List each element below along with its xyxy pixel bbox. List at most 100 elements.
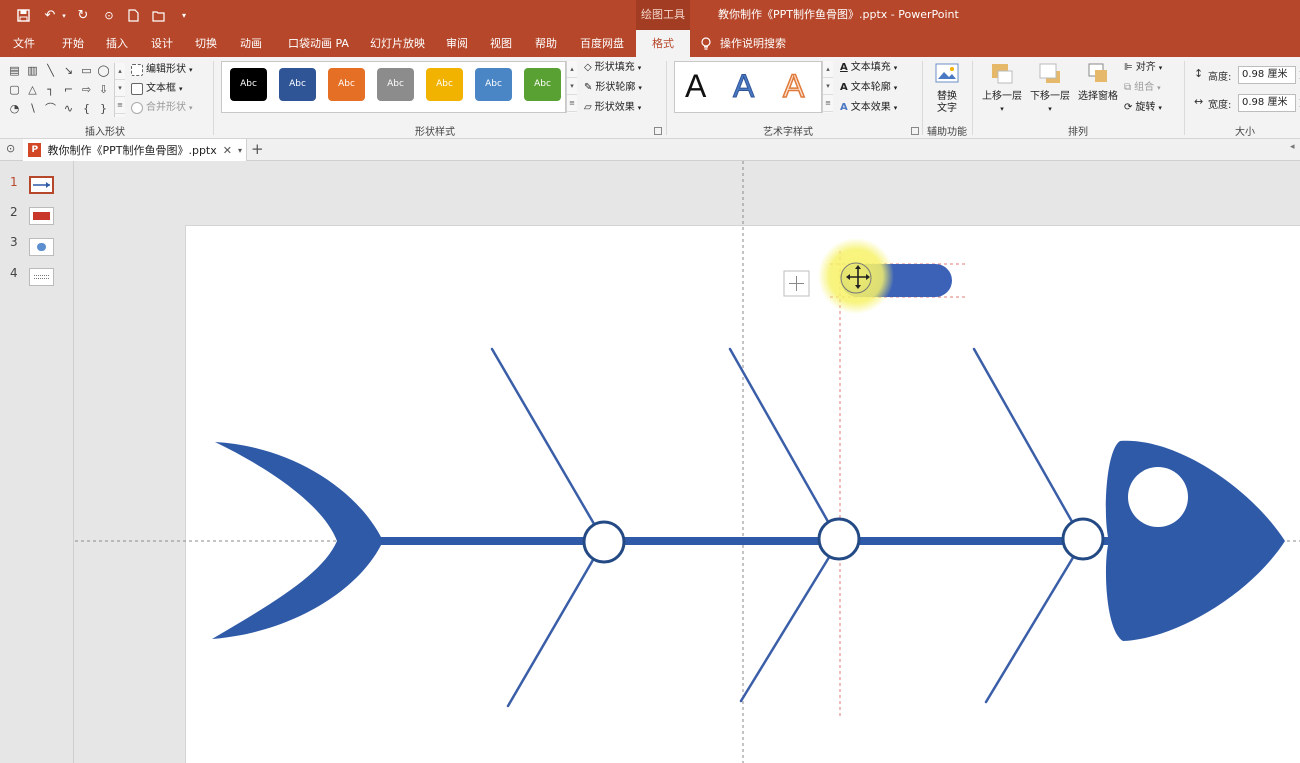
wordart-style-blue[interactable]: A [732, 68, 754, 105]
shape-style-swatch[interactable]: Abc [377, 68, 414, 101]
rib-lower-1[interactable] [506, 539, 606, 708]
wordart-style-orange[interactable]: A [782, 67, 805, 105]
new-file-icon[interactable] [124, 7, 142, 24]
tab-help[interactable]: 帮助 [535, 30, 557, 57]
triangle-shape-icon[interactable]: △ [26, 83, 39, 96]
tab-baidu-netdisk[interactable]: 百度网盘 [580, 30, 624, 57]
shapes-gallery-scroll[interactable]: ▴ ▾ ≡ [114, 63, 125, 117]
shape-outline-button[interactable]: ✎ 形状轮廓 ▾ [584, 79, 642, 97]
start-from-beginning-icon[interactable]: ⊙ [100, 7, 118, 24]
rectangle-shape-icon[interactable]: ▭ [80, 64, 93, 77]
oval-shape-icon[interactable]: ◯ [97, 64, 110, 77]
tab-slideshow[interactable]: 幻灯片放映 [370, 30, 425, 57]
text-effects-button[interactable]: A 文本效果 ▾ [840, 99, 897, 117]
edit-shape-button[interactable]: 编辑形状 ▾ [131, 61, 193, 79]
elbow-arrow-shape-icon[interactable]: ⌐ [62, 83, 75, 96]
tab-file[interactable]: 文件 [13, 30, 35, 57]
height-input[interactable]: 0.98 厘米 [1238, 66, 1296, 84]
redo-icon[interactable]: ↻ [74, 7, 92, 24]
rib-upper-2[interactable] [728, 347, 841, 543]
shape-style-swatch[interactable]: Abc [475, 68, 512, 101]
shape-style-swatch[interactable]: Abc [230, 68, 267, 101]
pane-toggle-icon[interactable]: ⊙ [6, 142, 15, 155]
shape-styles-launcher-icon[interactable] [654, 127, 662, 135]
tell-me-search[interactable]: 操作说明搜索 [700, 30, 786, 57]
width-input[interactable]: 0.98 厘米 [1238, 94, 1296, 112]
tab-list-dropdown-icon[interactable]: ▾ [238, 146, 242, 155]
tab-insert[interactable]: 插入 [106, 30, 128, 57]
tab-view[interactable]: 视图 [490, 30, 512, 57]
shape-style-swatch[interactable]: Abc [426, 68, 463, 101]
wordart-scroll[interactable]: ▴ ▾ ≡ [822, 61, 833, 113]
freeform-shape-icon[interactable]: ◔ [8, 102, 21, 115]
text-outline-button[interactable]: A 文本轮廓 ▾ [840, 79, 897, 97]
arrow-line-shape-icon[interactable]: ↘ [62, 64, 75, 77]
slide-thumbnail-4[interactable] [29, 268, 54, 286]
curve-shape-icon[interactable]: ∖ [26, 102, 39, 115]
tab-home[interactable]: 开始 [62, 30, 84, 57]
new-tab-icon[interactable]: + [251, 140, 264, 158]
paint-bucket-icon: ◇ [584, 62, 592, 73]
tab-format[interactable]: 格式 [636, 30, 690, 57]
customize-qat-icon[interactable]: ▾ [178, 7, 190, 24]
alt-text-button[interactable]: 替换 文字 [928, 61, 966, 115]
spine-node-2[interactable] [817, 517, 861, 561]
align-button[interactable]: ⊫ 对齐 ▾ [1124, 59, 1162, 77]
spine-node-3[interactable] [1061, 517, 1105, 561]
open-folder-icon[interactable] [150, 7, 168, 24]
fish-eye[interactable] [1128, 467, 1188, 527]
textbox-shape-icon[interactable]: ▤ [8, 64, 21, 77]
tab-review[interactable]: 审阅 [446, 30, 468, 57]
send-backward-button[interactable]: 下移一层 ▾ [1026, 61, 1074, 115]
slide-thumbnail-1[interactable] [29, 176, 54, 194]
shape-style-swatch[interactable]: Abc [328, 68, 365, 101]
close-tab-icon[interactable]: ✕ [223, 144, 232, 157]
height-spinner[interactable]: ▴▾ [1296, 66, 1300, 84]
rounded-rect-shape-icon[interactable]: ▢ [8, 83, 21, 96]
vertical-textbox-shape-icon[interactable]: ▥ [26, 64, 39, 77]
wordart-launcher-icon[interactable] [911, 127, 919, 135]
merge-shapes-button[interactable]: 合并形状 ▾ [131, 99, 193, 117]
undo-dropdown-icon[interactable]: ▾ [60, 7, 68, 24]
rib-upper-1[interactable] [490, 347, 606, 543]
scroll-tabs-icon[interactable]: ◂ [1290, 142, 1295, 152]
undo-icon[interactable]: ↶ [42, 7, 58, 24]
fishbone-spine[interactable] [365, 537, 1125, 545]
selection-pane-button[interactable]: 选择窗格 [1074, 61, 1122, 103]
fish-head[interactable] [1105, 440, 1285, 641]
shape-style-swatch[interactable]: Abc [524, 68, 561, 101]
left-brace-shape-icon[interactable]: { [80, 102, 93, 115]
shape-fill-button[interactable]: ◇ 形状填充 ▾ [584, 59, 641, 77]
save-icon[interactable] [14, 7, 32, 24]
rib-lower-2[interactable] [739, 539, 841, 703]
shape-styles-scroll[interactable]: ▴ ▾ ≡ [566, 61, 577, 113]
down-arrow-shape-icon[interactable]: ⇩ [97, 83, 110, 96]
tab-design[interactable]: 设计 [151, 30, 173, 57]
width-spinner[interactable]: ▴▾ [1296, 94, 1300, 112]
right-brace-shape-icon[interactable]: } [97, 102, 110, 115]
tab-transitions[interactable]: 切换 [195, 30, 217, 57]
slide-thumbnail-2[interactable] [29, 207, 54, 225]
text-box-button[interactable]: 文本框 ▾ [131, 80, 183, 98]
slide-editing-area[interactable] [75, 161, 1300, 763]
wave-shape-icon[interactable]: ∿ [62, 102, 75, 115]
shape-style-swatch[interactable]: Abc [279, 68, 316, 101]
wordart-style-black[interactable]: A [685, 68, 706, 105]
arc-shape-icon[interactable]: ⌒ [44, 102, 57, 115]
rotate-button[interactable]: ⟳ 旋转 ▾ [1124, 99, 1162, 117]
rib-upper-3[interactable] [972, 347, 1085, 543]
tab-animations[interactable]: 动画 [240, 30, 262, 57]
group-button[interactable]: ⧉ 组合 ▾ [1124, 79, 1161, 97]
line-shape-icon[interactable]: ╲ [44, 64, 57, 77]
right-arrow-shape-icon[interactable]: ⇨ [80, 83, 93, 96]
shape-effects-button[interactable]: ▱ 形状效果 ▾ [584, 99, 641, 117]
bring-forward-button[interactable]: 上移一层 ▾ [978, 61, 1026, 115]
text-fill-button[interactable]: A 文本填充 ▾ [840, 59, 897, 77]
tab-pocket-animation[interactable]: 口袋动画 PA [288, 30, 349, 57]
send-backward-icon [1039, 63, 1060, 83]
elbow-connector-shape-icon[interactable]: ┐ [44, 83, 57, 96]
slide-thumbnail-3[interactable] [29, 238, 54, 256]
rib-lower-3[interactable] [984, 539, 1085, 704]
document-tab[interactable]: P 教你制作《PPT制作鱼骨图》.pptx ✕ ▾ [23, 139, 247, 161]
spine-node-1[interactable] [582, 520, 626, 564]
